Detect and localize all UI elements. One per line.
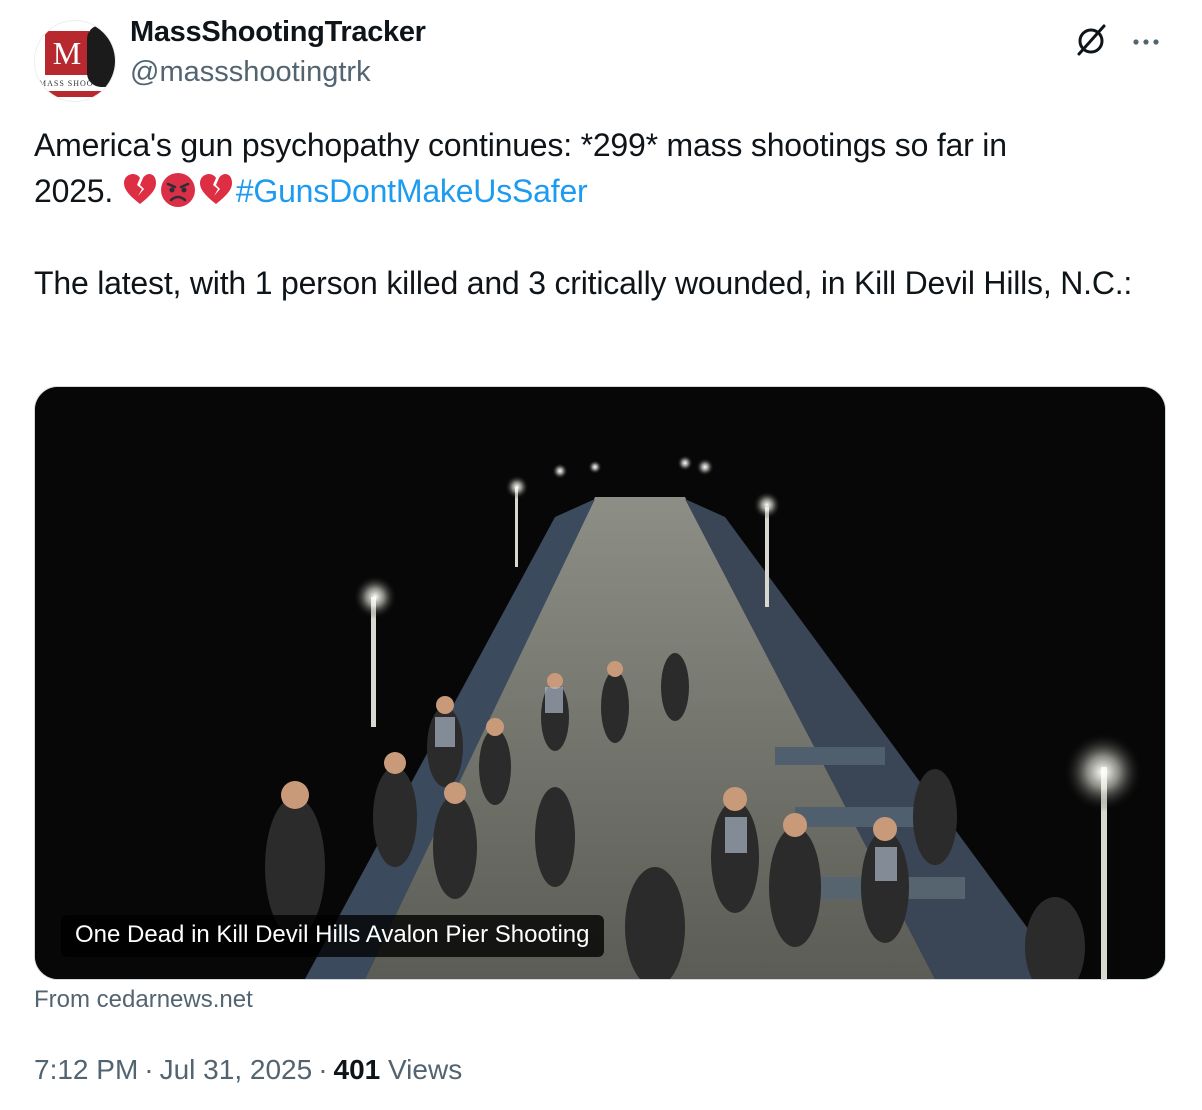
link-source[interactable]: From cedarnews.net: [34, 986, 253, 1014]
avatar-logo-letter: M: [45, 31, 89, 75]
author-handle[interactable]: @massshootingtrk: [130, 56, 371, 89]
tweet-line-1: America's gun psychopathy continues: *29…: [34, 127, 1007, 163]
angry-face-emoji: [160, 172, 196, 208]
avatar-logo-bar: [43, 91, 103, 97]
avatar-logo-subtext: MASS SHOO: [39, 79, 94, 88]
avatar-silhouette: [87, 25, 115, 87]
grok-icon[interactable]: [1072, 20, 1112, 60]
pier-photo: [35, 387, 1165, 979]
tweet-time[interactable]: 7:12 PM: [34, 1054, 138, 1085]
meta-separator: ·: [144, 1054, 154, 1085]
tweet-text: America's gun psychopathy continues: *29…: [34, 122, 1174, 306]
tweet-meta: 7:12 PM · Jul 31, 2025 · 401 Views: [34, 1054, 462, 1086]
tweet-header: M MASS SHOO MassShootingTracker @masssho…: [34, 12, 1174, 102]
hashtag-link[interactable]: #GunsDontMakeUsSafer: [236, 173, 588, 209]
views-count[interactable]: 401: [334, 1054, 381, 1085]
meta-separator: ·: [318, 1054, 328, 1085]
media-caption: One Dead in Kill Devil Hills Avalon Pier…: [61, 915, 604, 957]
broken-heart-emoji: [122, 172, 158, 208]
views-label: Views: [388, 1054, 463, 1085]
author-name[interactable]: MassShootingTracker: [130, 16, 426, 49]
avatar[interactable]: M MASS SHOO: [34, 20, 116, 102]
link-card-image[interactable]: One Dead in Kill Devil Hills Avalon Pier…: [34, 386, 1166, 980]
more-icon[interactable]: [1128, 20, 1168, 60]
broken-heart-emoji: [198, 172, 234, 208]
tweet-paragraph-2: The latest, with 1 person killed and 3 c…: [34, 265, 1133, 301]
tweet-line-2: 2025.: [34, 173, 122, 209]
tweet-date[interactable]: Jul 31, 2025: [160, 1054, 313, 1085]
